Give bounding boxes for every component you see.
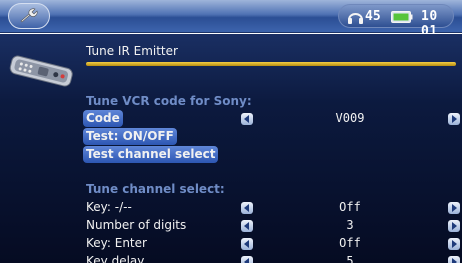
page-title: Tune IR Emitter [86, 44, 178, 58]
section-heading-channel-select: Tune channel select: [86, 182, 225, 196]
test-channel-select-button[interactable]: Test channel select [83, 146, 219, 163]
number-of-digits-row-label: Number of digits [86, 218, 187, 232]
number-of-digits-next-arrow[interactable] [448, 220, 460, 232]
code-prev-arrow[interactable] [241, 113, 253, 125]
battery-icon [391, 11, 413, 23]
key-delay-row-label: Key delay [86, 254, 145, 263]
status-indicators: 45 10 01 [338, 4, 454, 39]
key-enter-value: Off [339, 236, 361, 250]
arrow-left-icon [244, 240, 249, 248]
arrow-left-icon [244, 258, 249, 263]
wrench-icon [20, 8, 38, 23]
arrow-right-icon [452, 222, 457, 230]
arrow-right-icon [452, 240, 457, 248]
volume-level: 45 [365, 9, 381, 24]
key-delay-prev-arrow[interactable] [241, 256, 253, 263]
arrow-left-icon [244, 222, 249, 230]
status-bar: 45 10 01 [0, 0, 462, 39]
key-enter-next-arrow[interactable] [448, 238, 460, 250]
test-on-off-button[interactable]: Test: ON/OFF [83, 128, 177, 145]
title-divider [86, 62, 456, 66]
key-delay-next-arrow[interactable] [448, 256, 460, 263]
arrow-left-icon [244, 204, 249, 212]
arrow-left-icon [244, 115, 249, 123]
key-dash-row-label: Key: -/-- [86, 200, 132, 214]
settings-panel: Tune IR Emitter Tune VCR code for Sony: … [0, 34, 462, 263]
code-row-label[interactable]: Code [83, 110, 123, 127]
key-enter-prev-arrow[interactable] [241, 238, 253, 250]
key-enter-row-label: Key: Enter [86, 236, 147, 250]
key-dash-value: Off [339, 200, 361, 214]
arrow-right-icon [452, 115, 457, 123]
key-dash-next-arrow[interactable] [448, 202, 460, 214]
tools-button[interactable] [8, 3, 50, 29]
key-dash-prev-arrow[interactable] [241, 202, 253, 214]
arrow-right-icon [452, 258, 457, 263]
number-of-digits-prev-arrow[interactable] [241, 220, 253, 232]
number-of-digits-value: 3 [346, 218, 354, 232]
arrow-right-icon [452, 204, 457, 212]
code-value: V009 [335, 111, 365, 125]
code-next-arrow[interactable] [448, 113, 460, 125]
headphones-icon [348, 13, 363, 24]
remote-control-icon [9, 55, 73, 87]
section-heading-vcr-code: Tune VCR code for Sony: [86, 94, 252, 108]
key-delay-value: 5 [346, 254, 354, 263]
